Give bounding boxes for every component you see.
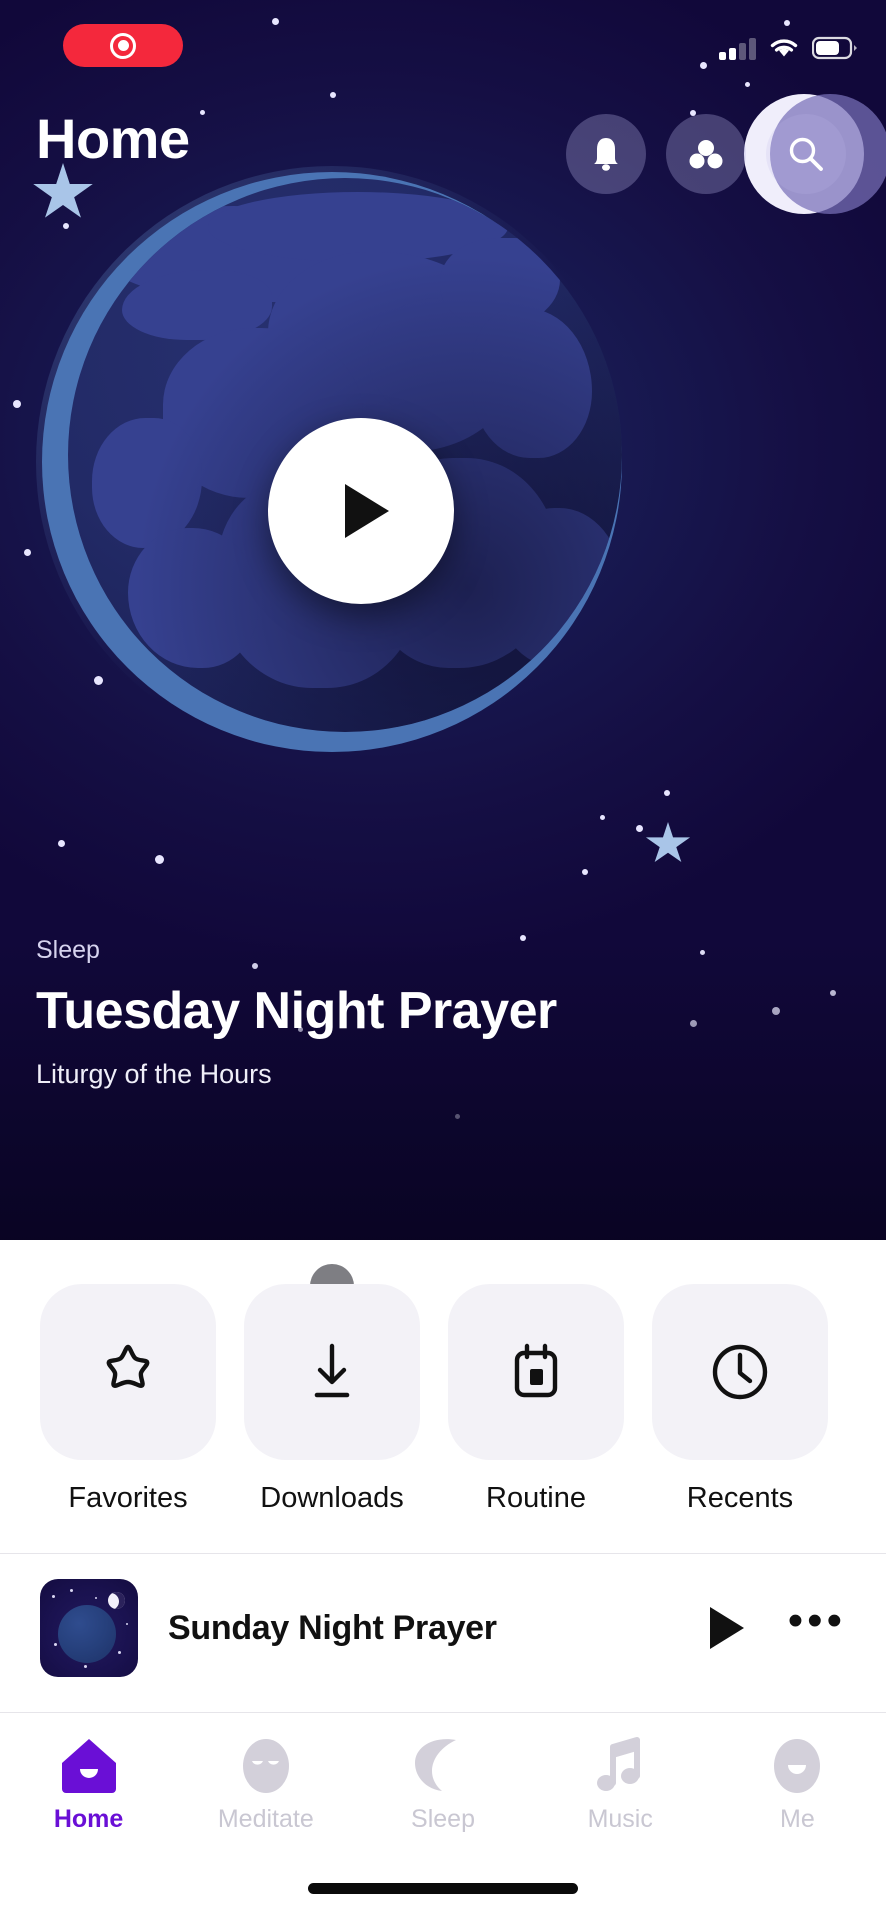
thumbnail-star	[95, 1597, 97, 1599]
star-icon	[106, 1344, 150, 1388]
thumbnail-star	[54, 1643, 57, 1646]
quick-actions-row: Favorites Downloads Routine Recents	[0, 1240, 886, 1515]
tab-label: Home	[53, 1805, 124, 1833]
music-note-icon	[591, 1735, 649, 1797]
home-icon	[56, 1735, 122, 1797]
quick-action-downloads[interactable]: Downloads	[244, 1264, 420, 1515]
thumbnail-globe	[58, 1605, 116, 1663]
tab-sleep[interactable]: Sleep	[354, 1735, 531, 1834]
star-dot	[636, 825, 643, 832]
thumbnail-star	[52, 1595, 55, 1598]
battery-icon	[812, 36, 857, 60]
tab-label: Music	[587, 1805, 653, 1833]
record-dot	[117, 40, 129, 51]
quick-action-label: Downloads	[260, 1482, 404, 1514]
hero-play-button[interactable]	[268, 418, 454, 604]
star-shape	[645, 822, 691, 863]
thumbnail-star	[126, 1623, 128, 1625]
page-header: Home	[0, 94, 886, 214]
tab-label: Me	[780, 1805, 815, 1833]
search-button[interactable]	[766, 114, 846, 194]
home-indicator	[308, 1883, 578, 1894]
quick-action-label: Favorites	[68, 1482, 188, 1514]
hero-subtitle: Liturgy of the Hours	[36, 1059, 272, 1089]
list-item-more-button[interactable]: •••	[788, 1599, 846, 1645]
quick-action-tile	[652, 1284, 828, 1460]
tab-label: Meditate	[217, 1805, 314, 1833]
hero-title: Tuesday Night Prayer	[36, 982, 557, 1040]
tab-music[interactable]: Music	[532, 1735, 709, 1834]
thumbnail-star	[118, 1651, 121, 1654]
tab-me[interactable]: Me	[709, 1735, 886, 1834]
quick-action-recents[interactable]: Recents	[652, 1284, 828, 1515]
star-dot	[664, 790, 670, 796]
face-profile-icon	[767, 1735, 827, 1797]
quick-action-tile	[40, 1284, 216, 1460]
tab-meditate[interactable]: Meditate	[177, 1735, 354, 1834]
thumbnail-star	[84, 1665, 87, 1668]
thumbnail-star	[70, 1589, 73, 1592]
record-icon	[110, 32, 136, 59]
hero-category: Sleep	[36, 936, 100, 964]
quick-action-label: Recents	[686, 1482, 794, 1514]
quick-action-routine[interactable]: Routine	[448, 1284, 624, 1515]
moon-icon	[415, 1735, 471, 1797]
bell-icon	[594, 138, 618, 171]
list-item-thumbnail	[40, 1579, 138, 1677]
page-title: Home	[36, 107, 190, 170]
download-icon	[314, 1343, 350, 1398]
status-bar	[0, 0, 886, 86]
list-item[interactable]: Sunday Night Prayer •••	[0, 1554, 886, 1702]
star-dot	[58, 840, 65, 847]
star-dot	[772, 1007, 780, 1015]
recording-indicator[interactable]	[63, 24, 183, 67]
calendar-icon	[514, 1343, 558, 1398]
search-icon	[789, 137, 823, 171]
list-item-title: Sunday Night Prayer	[168, 1608, 497, 1647]
star-dot	[582, 869, 588, 875]
notifications-button[interactable]	[566, 114, 646, 194]
star-dot	[700, 950, 705, 955]
hero-text-block: Sleep Tuesday Night Prayer Liturgy of th…	[36, 936, 557, 1090]
community-button[interactable]	[666, 114, 746, 194]
cellular-signal-icon	[719, 38, 756, 60]
quick-action-tile	[448, 1284, 624, 1460]
list-item-play-button[interactable]	[709, 1607, 744, 1649]
face-meditate-icon	[236, 1735, 296, 1797]
quick-action-label: Routine	[486, 1482, 586, 1514]
thumbnail-moon-icon	[108, 1592, 125, 1609]
star-dot	[13, 400, 21, 408]
star-dot	[24, 549, 31, 556]
people-group-icon	[689, 140, 723, 169]
play-icon	[345, 484, 389, 538]
star-dot	[455, 1114, 460, 1119]
app-screen: Sleep Tuesday Night Prayer Liturgy of th…	[0, 0, 886, 1920]
wifi-icon	[770, 39, 798, 57]
star-dot	[830, 990, 836, 996]
star-dot	[690, 1020, 697, 1027]
tab-label: Sleep	[411, 1805, 475, 1833]
star-dot	[155, 855, 164, 864]
clock-icon	[712, 1344, 768, 1400]
star-dot	[600, 815, 605, 820]
quick-action-tile	[244, 1284, 420, 1460]
star-dot	[330, 92, 336, 98]
status-icons	[719, 28, 858, 60]
quick-action-favorites[interactable]: Favorites	[40, 1284, 216, 1515]
tab-home[interactable]: Home	[0, 1735, 177, 1834]
